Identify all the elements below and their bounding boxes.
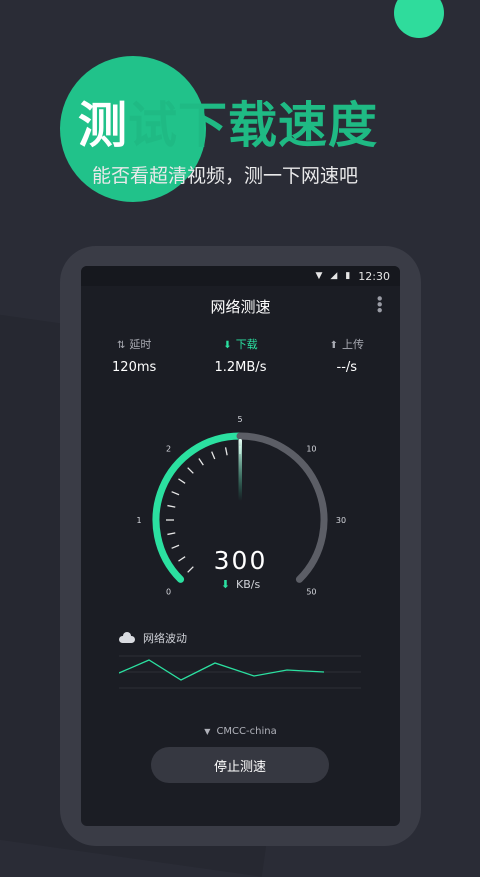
speed-unit: ⬇ KB/s bbox=[81, 578, 400, 591]
app-header: 网络测速 ••• bbox=[81, 286, 400, 326]
download-icon: ⬇ bbox=[220, 578, 230, 591]
speed-gauge: 0125103050 bbox=[136, 415, 346, 596]
stat-download-value: 1.2MB/s bbox=[214, 360, 267, 375]
gauge-tick bbox=[171, 491, 180, 496]
page-title: 网络测速 bbox=[210, 297, 271, 316]
cloud-icon bbox=[119, 632, 135, 643]
gauge-tick bbox=[211, 451, 216, 460]
battery-icon: ▮ bbox=[345, 271, 351, 281]
gauge-tick bbox=[167, 532, 176, 536]
upload-icon: ⬆ bbox=[329, 340, 339, 351]
wave-label: 网络波动 bbox=[143, 632, 187, 645]
wave-header: 网络波动 bbox=[119, 630, 187, 646]
stat-latency: ⇅ 延时 120ms bbox=[81, 336, 187, 375]
stat-latency-label: 延时 bbox=[129, 338, 152, 351]
signal-icon: ◢ bbox=[330, 271, 338, 281]
download-icon: ⬇ bbox=[223, 340, 232, 351]
more-vertical-icon[interactable]: ••• bbox=[370, 294, 388, 312]
gauge-scale-label: 1 bbox=[136, 516, 141, 525]
wave-line bbox=[119, 659, 325, 681]
gauge-tick bbox=[198, 458, 204, 466]
updown-arrows-icon: ⇅ bbox=[116, 340, 126, 351]
promo-title: 测试下载速度 bbox=[78, 86, 378, 157]
gauge-scale-label: 10 bbox=[306, 445, 316, 454]
stat-download-label: 下载 bbox=[235, 338, 258, 351]
gauge-tick bbox=[224, 447, 228, 456]
gauge-tick bbox=[178, 478, 186, 484]
status-time: 12:30 bbox=[358, 269, 390, 283]
app-screen: ▼ ◢ ▮ 12:30 网络测速 ••• ⇅ 延时 120ms ⬇ 下载 1.2MB… bbox=[81, 266, 400, 826]
gauge-needle bbox=[238, 439, 242, 501]
stats-row: ⇅ 延时 120ms ⬇ 下载 1.2MB/s ⬆ 上传 --/s bbox=[81, 336, 400, 375]
stat-upload-label: 上传 bbox=[342, 338, 365, 351]
gauge-tick bbox=[187, 467, 194, 474]
stat-latency-value: 120ms bbox=[112, 360, 157, 375]
network-name: CMCC-china bbox=[216, 726, 277, 737]
stat-upload: ⬆ 上传 --/s bbox=[294, 336, 400, 375]
dropdown-triangle-icon: ▼ bbox=[204, 727, 211, 736]
promo-title-rest: 试下载速度 bbox=[128, 97, 379, 154]
gauge-tick bbox=[167, 504, 176, 508]
status-bar: ▼ ◢ ▮ 12:30 bbox=[81, 266, 400, 286]
stat-download: ⬇ 下载 1.2MB/s bbox=[187, 336, 293, 375]
stat-upload-value: --/s bbox=[336, 360, 358, 375]
promo-title-highlight: 测 bbox=[78, 97, 129, 154]
gauge-scale-label: 30 bbox=[336, 516, 346, 525]
gauge-scale-label: 2 bbox=[166, 445, 171, 454]
stop-test-button[interactable]: 停止测速 bbox=[151, 747, 329, 783]
speed-unit-label: KB/s bbox=[236, 578, 261, 591]
promo-subtitle: 能否看超清视频，测一下网速吧 bbox=[92, 165, 359, 187]
gauge-scale-label: 5 bbox=[237, 415, 242, 424]
speed-value: 300 bbox=[213, 546, 268, 575]
decorative-dot bbox=[394, 0, 444, 38]
network-wave-chart bbox=[119, 655, 361, 689]
wifi-icon: ▼ bbox=[315, 271, 323, 281]
network-selector[interactable]: ▼ CMCC-china bbox=[81, 726, 400, 737]
